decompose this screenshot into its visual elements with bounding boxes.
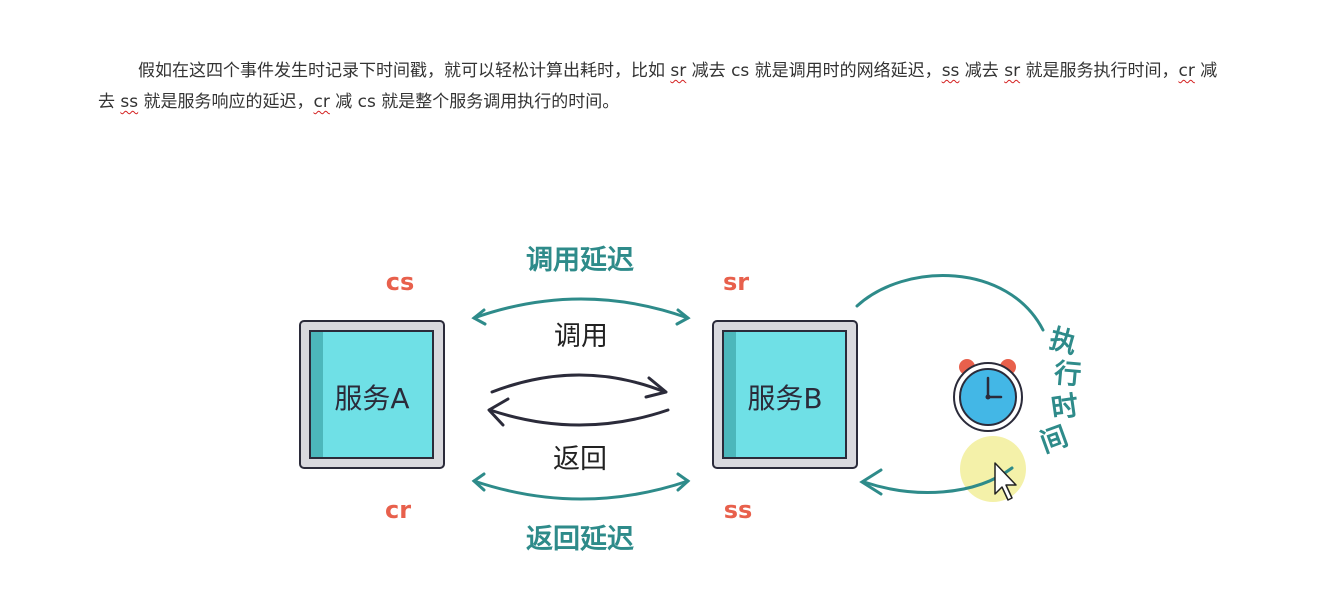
alarm-clock-icon bbox=[953, 359, 1023, 432]
event-cr-label: cr bbox=[385, 496, 411, 524]
exec-char-4: 间 bbox=[1036, 421, 1072, 459]
event-cs-label: cs bbox=[386, 268, 415, 296]
event-ss-label: ss bbox=[724, 496, 753, 524]
call-label: 调用 bbox=[554, 321, 608, 352]
return-latency-arc bbox=[471, 472, 691, 501]
event-sr-label: sr bbox=[723, 268, 749, 296]
service-a-label: 服务A bbox=[334, 382, 409, 415]
exec-char-1: 执 bbox=[1046, 323, 1080, 360]
call-latency-label: 调用延迟 bbox=[526, 245, 634, 276]
execution-time-label: 执 行 时 间 bbox=[1036, 323, 1083, 459]
return-latency-label: 返回延迟 bbox=[526, 524, 634, 555]
service-a-box: 服务A bbox=[299, 320, 445, 469]
service-b-label: 服务B bbox=[747, 382, 822, 415]
return-label: 返回 bbox=[553, 444, 607, 475]
call-arrow bbox=[490, 373, 668, 399]
exec-char-2: 行 bbox=[1052, 357, 1083, 391]
exec-char-3: 时 bbox=[1049, 390, 1080, 424]
rpc-timing-diagram: 服务A 服务B cs sr cr ss 调用延迟 调用 返回 返回延迟 执 行 … bbox=[299, 245, 1083, 555]
service-b-box: 服务B bbox=[712, 320, 858, 469]
cursor-highlight bbox=[960, 436, 1026, 502]
return-arrow bbox=[487, 397, 670, 427]
